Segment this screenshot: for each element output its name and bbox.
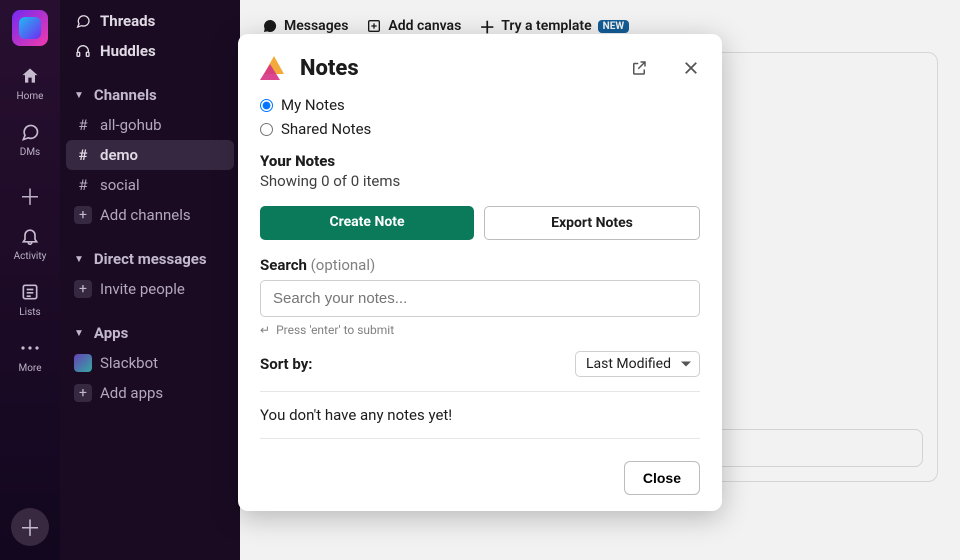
rail-label: Home: [17, 91, 44, 102]
search-hint: ↵Press 'enter' to submit: [260, 323, 700, 337]
close-icon[interactable]: [682, 59, 700, 77]
notes-count: Showing 0 of 0 items: [260, 172, 700, 190]
notes-modal: Notes My Notes Shared Notes Your Notes S…: [238, 34, 722, 511]
radio-my-notes[interactable]: My Notes: [260, 96, 700, 114]
headphones-icon: [74, 43, 92, 59]
sidebar-label: Add apps: [100, 384, 163, 402]
sidebar-label: Channels: [94, 86, 157, 104]
modal-title: Notes: [300, 56, 359, 81]
hash-icon: #: [74, 176, 92, 194]
sidebar-huddles[interactable]: Huddles: [60, 36, 240, 66]
radio-input[interactable]: [260, 99, 273, 112]
toolbar-add-canvas[interactable]: Add canvas: [366, 18, 461, 34]
caret-down-icon: ▼: [74, 254, 84, 265]
caret-down-icon: ▼: [74, 90, 84, 101]
search-input[interactable]: [260, 280, 700, 317]
rail-item-home[interactable]: Home: [17, 64, 44, 102]
enter-icon: ↵: [260, 323, 270, 337]
sidebar-label: Slackbot: [100, 354, 158, 372]
search-label: Search (optional): [260, 256, 700, 274]
new-badge: NEW: [598, 20, 629, 33]
sidebar-label: Invite people: [100, 280, 185, 298]
radio-input[interactable]: [260, 123, 273, 136]
channel-demo[interactable]: # demo: [66, 140, 234, 170]
close-button[interactable]: Close: [624, 461, 700, 495]
divider: [260, 391, 700, 392]
rail-item-more[interactable]: More: [18, 336, 42, 374]
empty-state: You don't have any notes yet!: [260, 406, 700, 424]
channel-sidebar: Threads Huddles ▼ Channels # all-gohub # de…: [60, 0, 240, 560]
rail-label: Lists: [19, 307, 40, 318]
sidebar-label: Add channels: [100, 206, 191, 224]
sidebar-invite-people[interactable]: + Invite people: [60, 274, 240, 304]
rail-label: DMs: [20, 147, 40, 158]
notes-app-icon: [260, 54, 288, 82]
rail-item-lists[interactable]: Lists: [18, 280, 42, 318]
rail-label: More: [18, 363, 41, 374]
toolbar-messages[interactable]: Messages: [262, 18, 348, 34]
message-icon: [262, 18, 278, 34]
caret-down-icon: ▼: [74, 328, 84, 339]
bell-icon: [18, 224, 42, 248]
rail-item-dms[interactable]: DMs: [18, 120, 42, 158]
dm-icon: [18, 120, 42, 144]
sort-label: Sort by:: [260, 355, 313, 373]
slackbot-icon: [74, 354, 92, 372]
home-icon: [18, 64, 42, 88]
workspace-switcher[interactable]: [12, 10, 48, 46]
divider: [260, 438, 700, 439]
sidebar-section-channels[interactable]: ▼ Channels: [60, 80, 240, 110]
channel-label: all-gohub: [100, 116, 162, 134]
canvas-icon: [366, 18, 382, 34]
radio-label: Shared Notes: [281, 120, 371, 138]
toolbar-label: Messages: [284, 18, 348, 34]
plus-icon: +: [74, 384, 92, 402]
export-notes-button[interactable]: Export Notes: [484, 206, 700, 240]
sidebar-threads[interactable]: Threads: [60, 6, 240, 36]
plus-icon: +: [74, 206, 92, 224]
notes-scope-radios: My Notes Shared Notes: [260, 96, 700, 138]
threads-icon: [74, 13, 92, 29]
sidebar-label: Huddles: [100, 42, 156, 60]
hash-icon: #: [74, 116, 92, 134]
create-note-button[interactable]: Create Note: [260, 206, 474, 240]
sort-select[interactable]: Last Modified: [575, 351, 700, 377]
hash-icon: #: [74, 146, 92, 164]
radio-label: My Notes: [281, 96, 345, 114]
channel-label: demo: [100, 146, 138, 164]
channel-all-gohub[interactable]: # all-gohub: [60, 110, 240, 140]
channel-social[interactable]: # social: [60, 170, 240, 200]
sidebar-app-slackbot[interactable]: Slackbot: [60, 348, 240, 378]
workspace-rail: Home DMs ＋ Activity Lists More ＋: [0, 0, 60, 560]
list-icon: [18, 280, 42, 304]
toolbar-label: Try a template: [501, 18, 591, 34]
open-external-icon[interactable]: [630, 59, 648, 77]
plus-icon: +: [74, 280, 92, 298]
sidebar-add-apps[interactable]: + Add apps: [60, 378, 240, 408]
rail-label: Activity: [14, 251, 47, 262]
compose-button[interactable]: ＋: [11, 508, 49, 546]
sidebar-add-channel[interactable]: + Add channels: [60, 200, 240, 230]
toolbar-label: Add canvas: [388, 18, 461, 34]
radio-shared-notes[interactable]: Shared Notes: [260, 120, 700, 138]
sort-value: Last Modified: [586, 356, 671, 372]
your-notes-heading: Your Notes: [260, 152, 700, 170]
sidebar-label: Threads: [100, 12, 155, 30]
sidebar-section-dms[interactable]: ▼ Direct messages: [60, 244, 240, 274]
channel-label: social: [100, 176, 140, 194]
sidebar-label: Apps: [94, 324, 128, 342]
rail-add-icon[interactable]: ＋: [19, 180, 41, 212]
sidebar-label: Direct messages: [94, 250, 207, 268]
rail-item-activity[interactable]: Activity: [14, 224, 47, 262]
sidebar-section-apps[interactable]: ▼ Apps: [60, 318, 240, 348]
more-icon: [18, 336, 42, 360]
